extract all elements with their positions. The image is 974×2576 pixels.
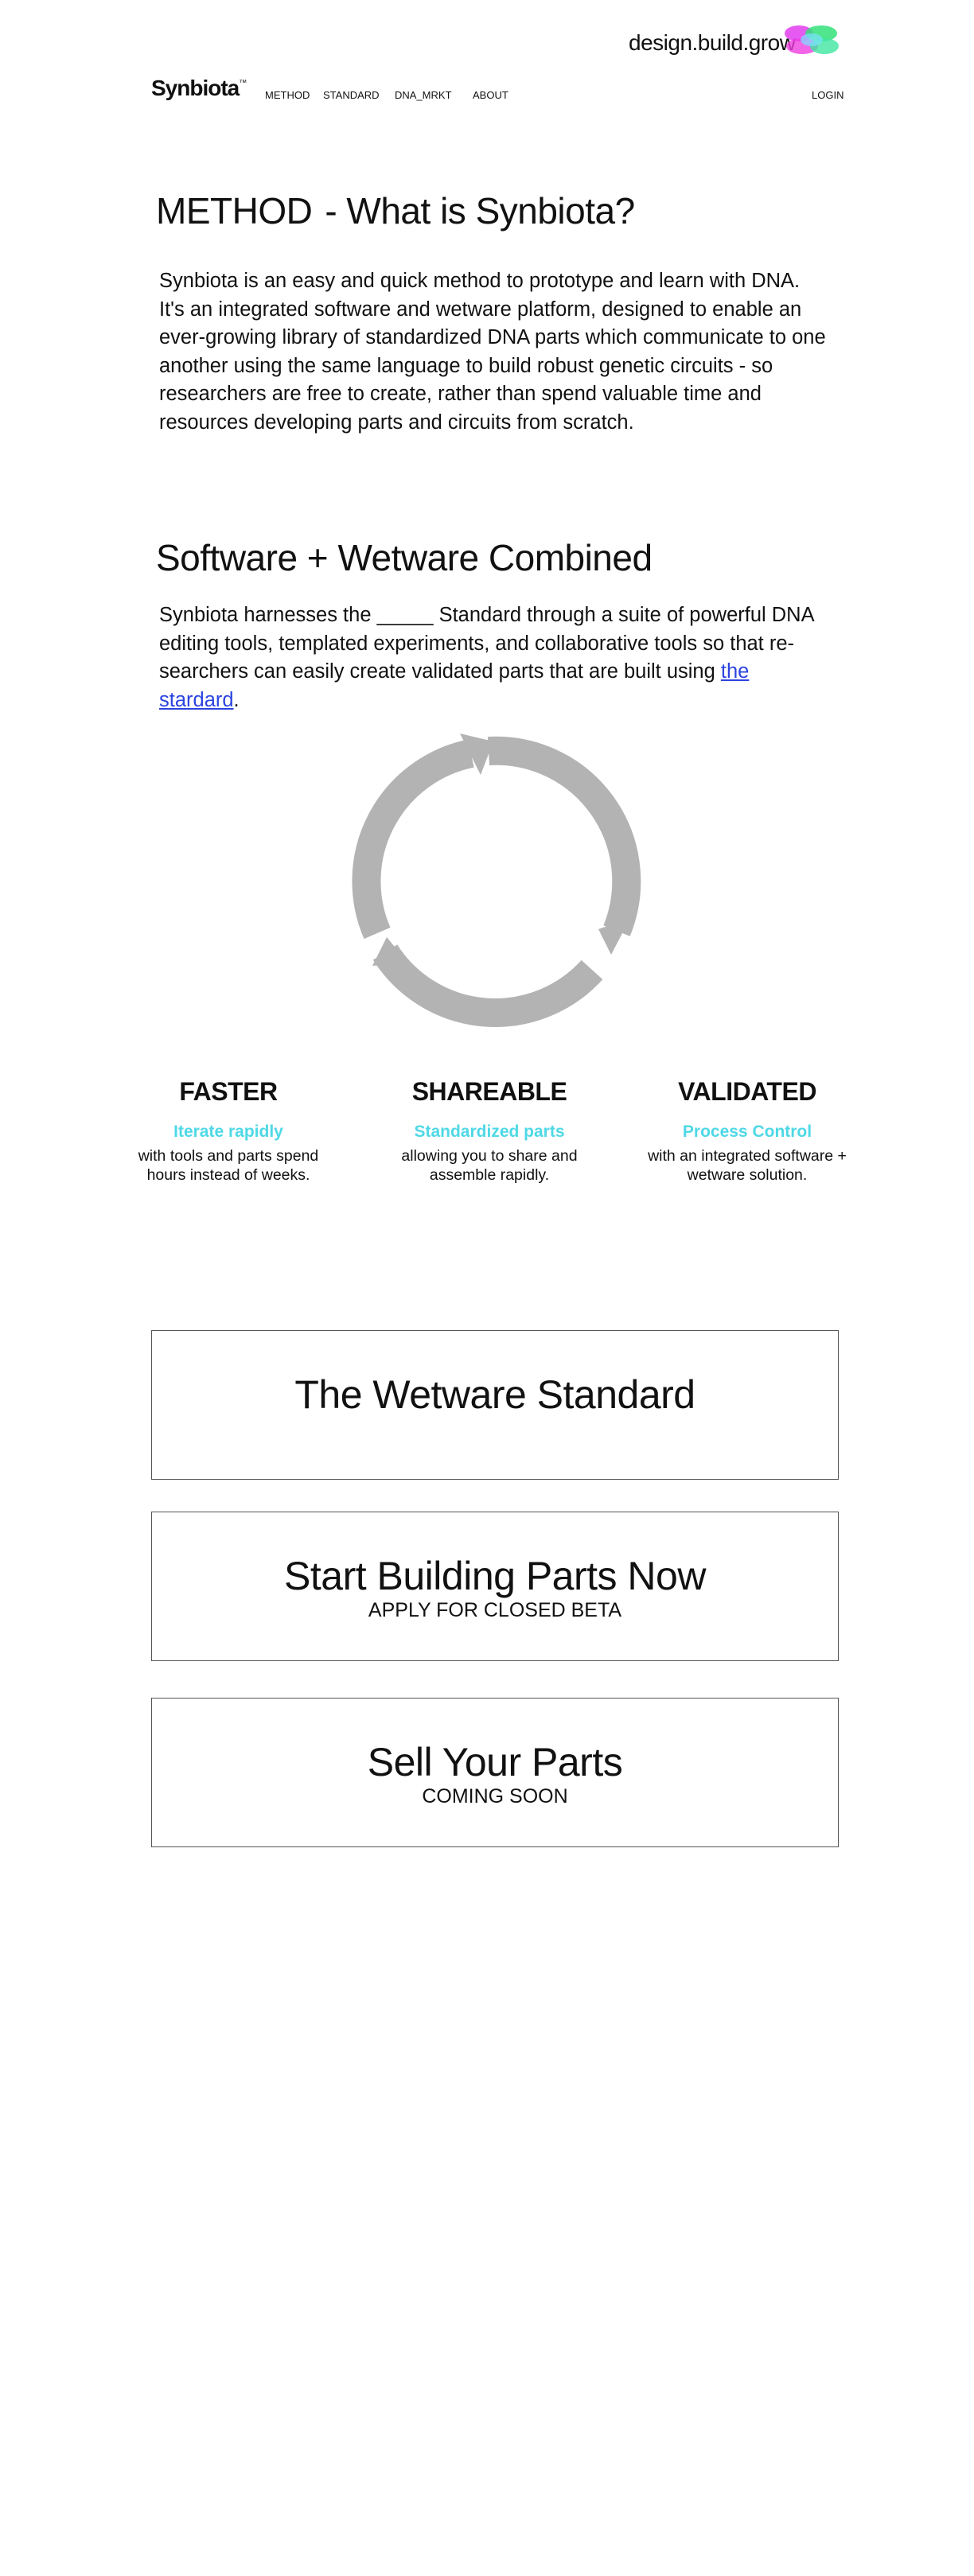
cycle-ring [352,736,641,1027]
cycle-arrowhead-3 [372,937,407,966]
feature-description: with an integrated software + wetware so… [648,1147,847,1184]
card-title: Sell Your Parts [367,1740,623,1784]
feature-title: SHAREABLE [411,1077,567,1106]
combined-period: . [233,688,240,711]
card-subtitle: COMING SOON [422,1785,568,1807]
page-title: METHOD - What is Synbiota? [156,189,635,232]
nav-method[interactable]: METHOD [265,89,310,101]
card-subtitle: APPLY FOR CLOSED BETA [368,1599,622,1621]
card-title: Start Building Parts Now [284,1554,706,1598]
feature-description: with tools and parts spend hours instead… [138,1147,319,1184]
feature-subtitle: Process Control [682,1123,812,1141]
feature-title: FASTER [179,1077,278,1106]
feature-description: allowing you to share and assemble rapid… [401,1147,578,1184]
nav-dna-mrkt[interactable]: DNA_MRKT [395,89,452,101]
cycle-arc-1 [487,736,641,936]
feature-subtitle: Standardized parts [414,1123,565,1141]
tagline: design.build.grow [629,30,796,55]
card-start-building[interactable]: Start Building Parts Now APPLY FOR CLOSE… [151,1512,839,1661]
combined-heading: Software + Wetware Combined [156,537,653,578]
login-link[interactable]: LOGIN [812,89,843,101]
combined-text: Synbiota harnesses the _____ Standard th… [159,604,814,683]
nav-standard[interactable]: STANDARD [323,89,380,101]
feature-validated: VALIDATED Process Control with an integr… [628,1077,867,1185]
nav-about[interactable]: ABOUT [473,89,508,101]
title-question: - What is Synbiota? [325,190,635,232]
feature-subtitle: Iterate rapidly [173,1123,283,1141]
combined-paragraph: Synbiota harnesses the _____ Standard th… [159,601,828,714]
cycle-arc-2 [372,944,603,1027]
logo-icon[interactable] [781,22,843,57]
brand-name: Synbiota [151,76,240,100]
brand-logo[interactable]: Synbiota™ [151,76,247,101]
feature-title: VALIDATED [678,1077,816,1106]
card-title: The Wetware Standard [294,1372,695,1417]
cycle-arc-3 [352,739,474,940]
feature-faster: FASTER Iterate rapidly with tools and pa… [109,1077,348,1185]
feature-shareable: SHAREABLE Standardized parts allowing yo… [370,1077,609,1185]
trademark: ™ [239,79,247,88]
card-wetware-standard[interactable]: The Wetware Standard [151,1330,839,1480]
card-sell-parts[interactable]: Sell Your Parts COMING SOON [151,1698,839,1847]
title-method: METHOD [156,190,313,232]
method-paragraph: Synbiota is an easy and quick method to … [159,270,826,434]
cycle-diagram [352,733,641,1027]
